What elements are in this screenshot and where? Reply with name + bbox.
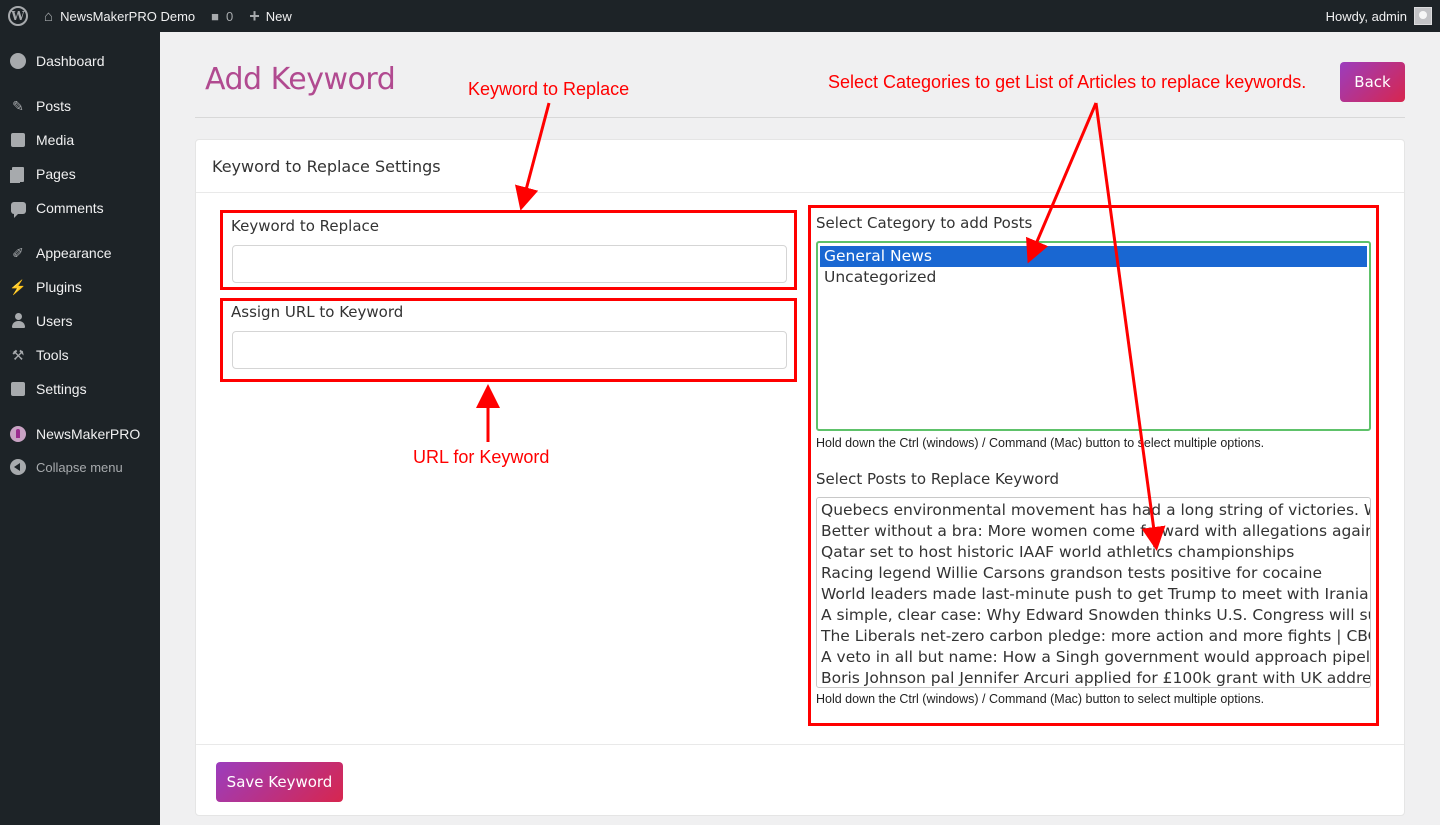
annotation-url: URL for Keyword bbox=[413, 447, 550, 467]
back-button[interactable]: Back bbox=[1340, 62, 1405, 102]
user-icon bbox=[10, 313, 26, 329]
pin-icon: ✎ bbox=[12, 97, 24, 114]
sidebar-item-plugins[interactable]: ⚡ Plugins bbox=[0, 270, 160, 304]
header-divider bbox=[195, 117, 1405, 118]
media-icon bbox=[10, 132, 26, 148]
category-posts-highlight-box bbox=[808, 205, 1379, 726]
annotation-categories: Select Categories to get List of Article… bbox=[828, 72, 1307, 92]
comments-icon bbox=[10, 200, 26, 218]
annotation-keyword: Keyword to Replace bbox=[468, 79, 630, 99]
sidebar-item-label: Media bbox=[36, 132, 75, 148]
admin-bar: W ⌂ NewsMakerPRO Demo ■ 0 + New Howdy, a… bbox=[0, 0, 1440, 32]
dashboard-icon bbox=[10, 53, 26, 69]
site-name-link[interactable]: ⌂ NewsMakerPRO Demo bbox=[36, 0, 203, 32]
sidebar-item-posts[interactable]: ✎ Posts bbox=[0, 89, 160, 123]
sidebar-item-media[interactable]: Media bbox=[0, 123, 160, 157]
sidebar-item-label: Pages bbox=[36, 166, 76, 182]
sidebar-item-users[interactable]: Users bbox=[0, 304, 160, 338]
comment-bubble-icon: ■ bbox=[211, 8, 220, 24]
sidebar-item-appearance[interactable]: ✐ Appearance bbox=[0, 236, 160, 270]
sidebar-item-label: Appearance bbox=[36, 245, 112, 261]
sidebar-item-settings[interactable]: Settings bbox=[0, 372, 160, 406]
comments-link[interactable]: ■ 0 bbox=[203, 0, 241, 32]
my-account[interactable]: Howdy, admin bbox=[1326, 7, 1440, 25]
sidebar-item-label: Plugins bbox=[36, 279, 82, 295]
pages-icon bbox=[10, 166, 26, 182]
plug-icon: ⚡ bbox=[9, 278, 27, 295]
sidebar-item-label: Tools bbox=[36, 347, 69, 363]
sidebar-item-pages[interactable]: Pages bbox=[0, 157, 160, 191]
card-header-divider bbox=[196, 192, 1404, 193]
sidebar-item-dashboard[interactable]: Dashboard bbox=[0, 44, 160, 78]
howdy-text: Howdy, admin bbox=[1325, 8, 1407, 24]
sidebar-item-label: NewsMakerPRO bbox=[36, 426, 141, 442]
collapse-icon bbox=[10, 459, 26, 475]
sidebar-item-label: Settings bbox=[36, 381, 87, 397]
card-footer-divider bbox=[196, 744, 1404, 745]
settings-icon bbox=[10, 381, 26, 397]
save-keyword-button[interactable]: Save Keyword bbox=[216, 762, 343, 802]
new-label: New bbox=[265, 8, 292, 24]
sidebar-item-newsmakerpro[interactable]: NewsMakerPRO bbox=[0, 417, 160, 451]
sidebar-item-label: Users bbox=[36, 313, 73, 329]
card-header: Keyword to Replace Settings bbox=[212, 157, 441, 176]
rocket-icon bbox=[10, 426, 26, 442]
sidebar-item-label: Comments bbox=[36, 200, 104, 216]
sidebar-item-label: Posts bbox=[36, 98, 72, 114]
comments-count: 0 bbox=[226, 8, 234, 24]
admin-sidebar: Dashboard ✎ Posts Media Pages Comments ✐… bbox=[0, 32, 160, 825]
keyword-highlight-box bbox=[220, 210, 797, 290]
url-highlight-box bbox=[220, 298, 797, 382]
avatar bbox=[1414, 7, 1432, 25]
sidebar-item-comments[interactable]: Comments bbox=[0, 191, 160, 225]
sidebar-item-label: Collapse menu bbox=[36, 459, 123, 475]
wordpress-logo-icon[interactable]: W bbox=[0, 0, 36, 32]
plus-icon: + bbox=[249, 5, 260, 26]
site-name: NewsMakerPRO Demo bbox=[60, 8, 196, 24]
new-content-link[interactable]: + New bbox=[241, 0, 300, 32]
sidebar-item-tools[interactable]: ⚒ Tools bbox=[0, 338, 160, 372]
brush-icon: ✐ bbox=[12, 244, 24, 261]
collapse-menu-button[interactable]: Collapse menu bbox=[0, 450, 160, 484]
page-title: Add Keyword bbox=[205, 62, 396, 97]
home-icon: ⌂ bbox=[44, 7, 54, 25]
sidebar-item-label: Dashboard bbox=[36, 53, 105, 69]
wrench-icon: ⚒ bbox=[11, 346, 25, 363]
